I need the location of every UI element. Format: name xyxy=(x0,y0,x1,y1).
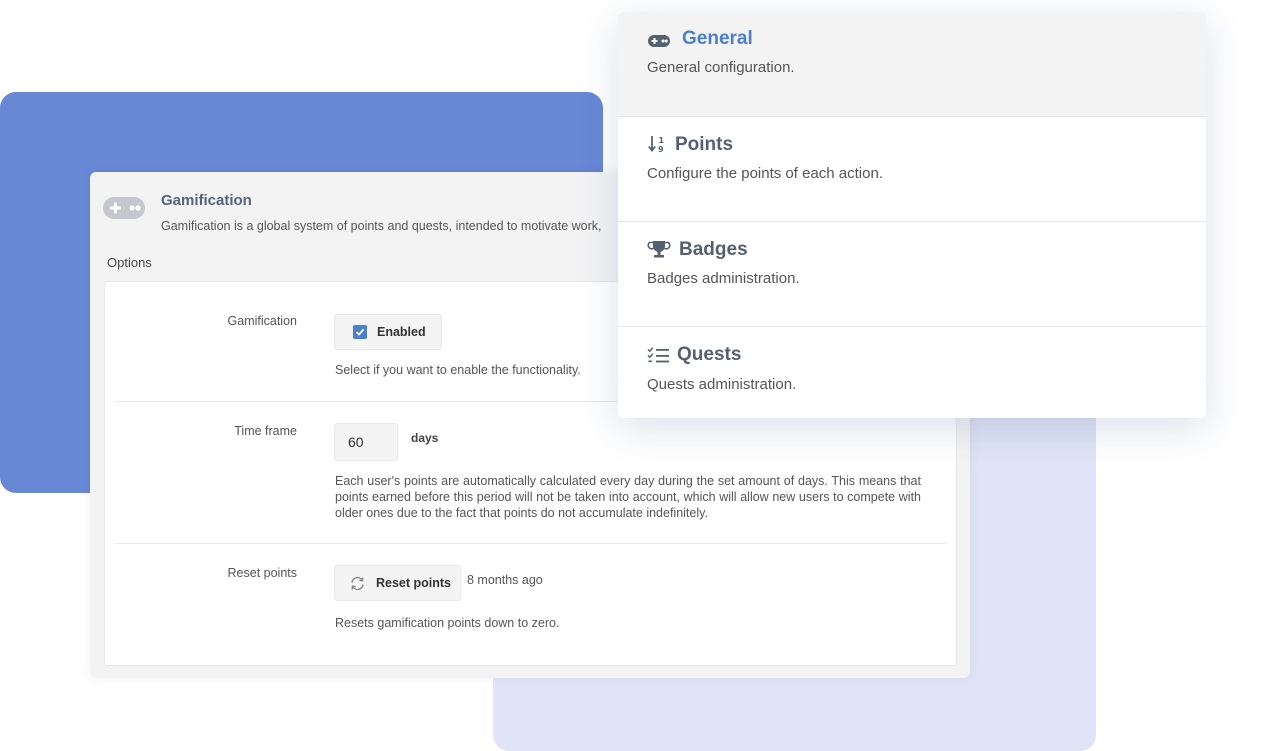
checklist-icon xyxy=(647,347,669,363)
reset-points-button-label: Reset points xyxy=(376,576,452,590)
enabled-label: Enabled xyxy=(377,325,426,339)
gamepad-icon xyxy=(648,35,670,47)
menu-item-general[interactable]: General General configuration. xyxy=(618,12,1206,117)
svg-text:1: 1 xyxy=(659,136,665,145)
svg-text:9: 9 xyxy=(658,145,664,154)
row-divider xyxy=(115,543,946,544)
settings-menu: General General configuration. 1 9 Point… xyxy=(618,12,1206,418)
menu-item-title: Points xyxy=(675,134,734,155)
checkbox-checked-icon xyxy=(353,325,367,339)
gamepad-icon xyxy=(103,197,145,219)
reset-points-button[interactable]: Reset points xyxy=(334,565,461,601)
panel-description: Gamification is a global system of point… xyxy=(161,219,602,233)
menu-item-description: Configure the points of each action. xyxy=(647,165,883,182)
trophy-icon xyxy=(647,241,671,258)
enabled-checkbox-button[interactable]: Enabled xyxy=(334,314,442,350)
time-frame-input[interactable]: 60 xyxy=(334,423,398,461)
menu-item-badges[interactable]: Badges Badges administration. xyxy=(618,222,1206,327)
reset-points-hint: Resets gamification points down to zero. xyxy=(335,616,560,630)
last-reset-time: 8 months ago xyxy=(467,573,543,587)
gamification-label: Gamification xyxy=(227,314,297,328)
sort-numeric-icon: 1 9 xyxy=(648,136,665,154)
menu-item-points[interactable]: 1 9 Points Configure the points of each … xyxy=(618,117,1206,222)
menu-item-title: Badges xyxy=(679,239,748,260)
time-frame-unit: days xyxy=(411,431,439,445)
menu-item-quests[interactable]: Quests Quests administration. xyxy=(618,327,1206,418)
menu-item-description: Quests administration. xyxy=(647,376,797,393)
time-frame-hint: Each user's points are automatically cal… xyxy=(335,474,921,520)
panel-title: Gamification xyxy=(161,192,252,209)
reset-points-label: Reset points xyxy=(227,566,297,580)
gamification-hint: Select if you want to enable the functio… xyxy=(335,363,581,377)
menu-item-description: Badges administration. xyxy=(647,270,800,287)
menu-item-description: General configuration. xyxy=(647,59,795,76)
refresh-icon xyxy=(351,576,364,590)
menu-item-title: Quests xyxy=(677,344,742,365)
time-frame-label: Time frame xyxy=(234,424,297,438)
options-section-label: Options xyxy=(107,255,152,270)
menu-item-title: General xyxy=(682,28,753,49)
